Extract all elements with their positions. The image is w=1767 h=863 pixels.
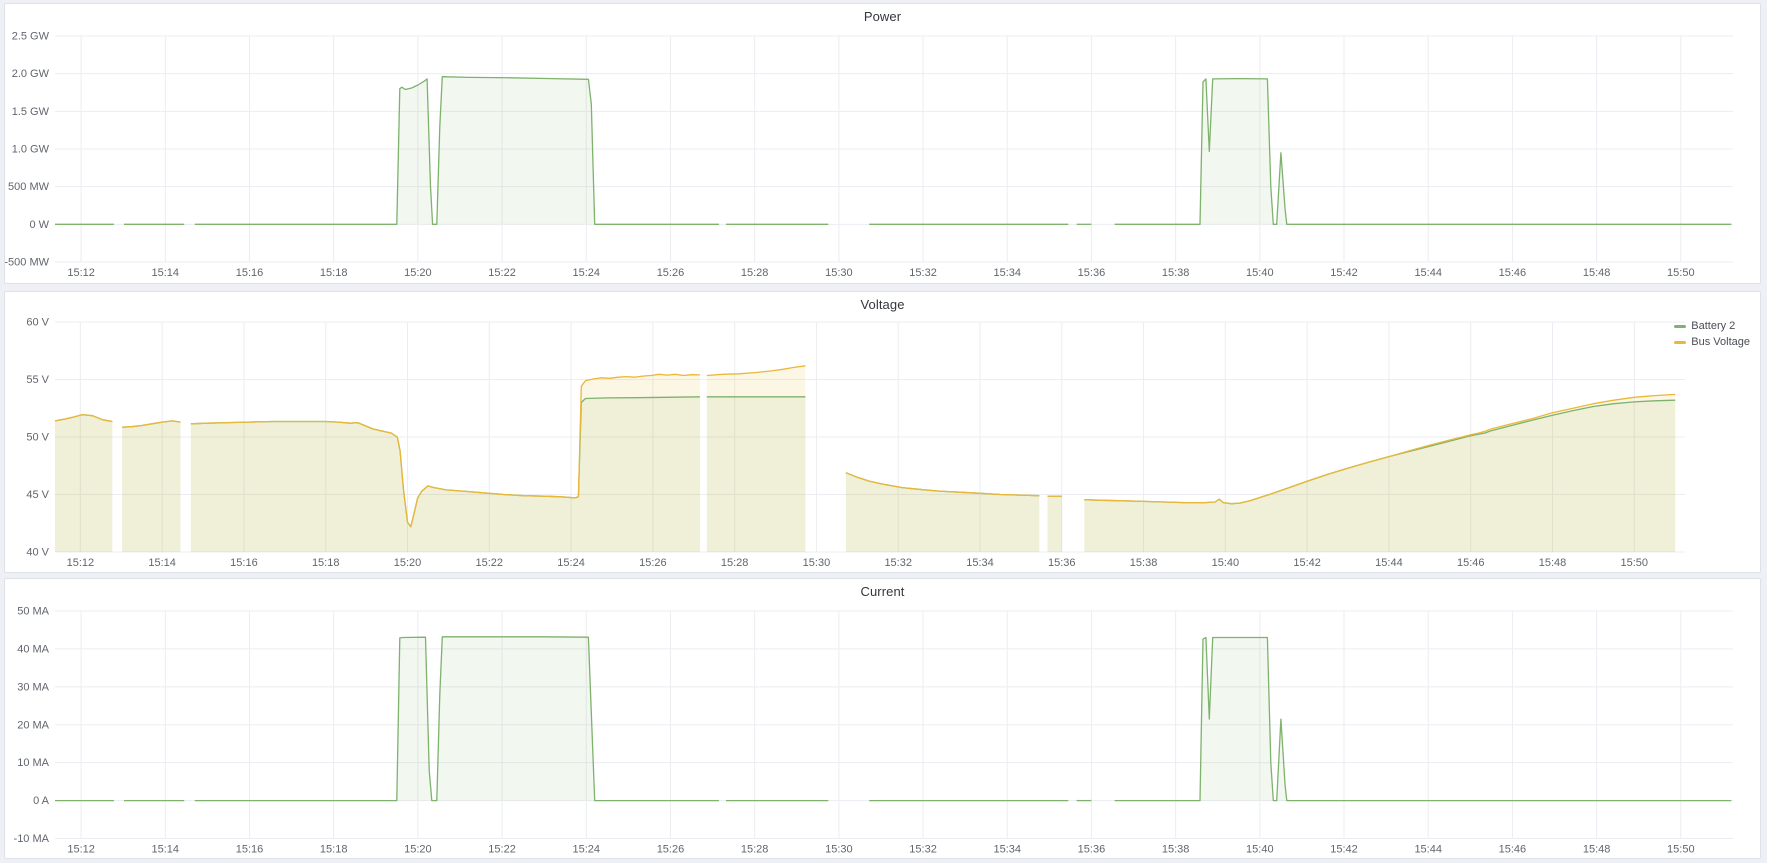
x-tick-label: 15:44 bbox=[1375, 557, 1403, 569]
legend-label: Battery 2 bbox=[1691, 320, 1735, 333]
x-tick-label: 15:14 bbox=[152, 844, 180, 856]
x-tick-label: 15:20 bbox=[404, 844, 432, 856]
x-tick-label: 15:20 bbox=[404, 267, 432, 279]
x-tick-label: 15:48 bbox=[1583, 844, 1611, 856]
x-tick-label: 15:22 bbox=[488, 267, 516, 279]
x-tick-label: 15:42 bbox=[1330, 844, 1358, 856]
y-tick-label: 50 MA bbox=[17, 606, 49, 618]
x-tick-label: 15:50 bbox=[1667, 844, 1695, 856]
x-tick-label: 15:34 bbox=[993, 844, 1021, 856]
legend-label: Bus Voltage bbox=[1691, 336, 1750, 349]
x-tick-label: 15:28 bbox=[741, 844, 769, 856]
x-tick-label: 15:50 bbox=[1667, 267, 1695, 279]
x-tick-label: 15:46 bbox=[1499, 844, 1527, 856]
y-tick-label: 0 A bbox=[33, 795, 50, 807]
x-tick-label: 15:20 bbox=[394, 557, 422, 569]
x-tick-label: 15:18 bbox=[320, 844, 348, 856]
x-tick-label: 15:16 bbox=[236, 844, 264, 856]
legend-swatch bbox=[1674, 325, 1686, 328]
x-tick-label: 15:26 bbox=[639, 557, 667, 569]
x-tick-label: 15:12 bbox=[67, 557, 95, 569]
x-tick-label: 15:30 bbox=[825, 844, 853, 856]
y-tick-label: 10 MA bbox=[17, 757, 49, 769]
x-tick-label: 15:46 bbox=[1499, 267, 1527, 279]
y-tick-label: -10 MA bbox=[14, 833, 50, 845]
x-tick-label: 15:34 bbox=[993, 267, 1021, 279]
y-tick-label: 1.0 GW bbox=[12, 144, 50, 156]
x-tick-label: 15:28 bbox=[741, 267, 769, 279]
voltage-plot[interactable]: 60 V 55 V 50 V 45 V 40 V 15:12 15:14 15:16 15:18… bbox=[5, 292, 1760, 572]
y-tick-label: 40 V bbox=[26, 547, 49, 559]
y-tick-label: 500 MW bbox=[8, 181, 50, 193]
x-tick-label: 15:22 bbox=[488, 844, 516, 856]
legend-item-bus-voltage[interactable]: Bus Voltage bbox=[1674, 336, 1750, 349]
x-tick-label: 15:22 bbox=[476, 557, 504, 569]
x-tick-label: 15:38 bbox=[1162, 267, 1190, 279]
x-tick-label: 15:44 bbox=[1414, 844, 1442, 856]
legend-item-battery-2[interactable]: Battery 2 bbox=[1674, 320, 1750, 333]
y-tick-label: 2.0 GW bbox=[12, 68, 50, 80]
panel-power: Power 2.5 GW2.0 GW1.5 GW1.0 GW500 MW0 W-… bbox=[4, 3, 1761, 284]
x-tick-label: 15:38 bbox=[1130, 557, 1158, 569]
y-tick-label: 55 V bbox=[26, 374, 49, 386]
x-tick-label: 15:32 bbox=[909, 844, 937, 856]
x-tick-label: 15:34 bbox=[966, 557, 994, 569]
x-tick-label: 15:14 bbox=[148, 557, 176, 569]
x-tick-label: 15:42 bbox=[1293, 557, 1321, 569]
x-tick-label: 15:42 bbox=[1330, 267, 1358, 279]
x-tick-label: 15:14 bbox=[152, 267, 180, 279]
axis-labels: 2.5 GW 2.0 GW 1.5 GW 1.0 GW 500 MW 0 W -500 MW… bbox=[5, 31, 1695, 280]
x-tick-label: 15:38 bbox=[1162, 844, 1190, 856]
x-tick-label: 15:48 bbox=[1583, 267, 1611, 279]
x-tick-label: 15:16 bbox=[236, 267, 264, 279]
x-tick-label: 15:40 bbox=[1246, 844, 1274, 856]
x-tick-label: 15:36 bbox=[1078, 844, 1106, 856]
x-tick-label: 15:26 bbox=[657, 844, 685, 856]
power-plot[interactable]: 2.5 GW 2.0 GW 1.5 GW 1.0 GW 500 MW 0 W -500 MW… bbox=[5, 4, 1760, 283]
panel-voltage: Voltage 60 V55 V50 V45 V40 V15:1215:1415… bbox=[4, 291, 1761, 573]
x-tick-label: 15:16 bbox=[230, 557, 258, 569]
x-tick-label: 15:32 bbox=[909, 267, 937, 279]
x-tick-label: 15:32 bbox=[884, 557, 912, 569]
x-tick-label: 15:12 bbox=[67, 844, 95, 856]
x-tick-label: 15:30 bbox=[825, 267, 853, 279]
y-tick-label: 1.5 GW bbox=[12, 106, 50, 118]
x-tick-label: 15:18 bbox=[320, 267, 348, 279]
y-tick-label: 20 MA bbox=[17, 719, 49, 731]
x-tick-label: 15:50 bbox=[1621, 557, 1649, 569]
y-tick-label: 45 V bbox=[26, 489, 49, 501]
x-tick-label: 15:18 bbox=[312, 557, 340, 569]
y-tick-label: 40 MA bbox=[17, 643, 49, 655]
x-tick-label: 15:26 bbox=[657, 267, 685, 279]
x-tick-label: 15:40 bbox=[1212, 557, 1240, 569]
x-tick-label: 15:36 bbox=[1048, 557, 1076, 569]
y-tick-label: 30 MA bbox=[17, 681, 49, 693]
x-tick-label: 15:24 bbox=[557, 557, 585, 569]
x-tick-label: 15:28 bbox=[721, 557, 749, 569]
current-plot[interactable]: 50 MA 40 MA 30 MA 20 MA 10 MA 0 A -10 MA 15:12 1… bbox=[5, 579, 1760, 858]
voltage-legend: Battery 2 Bus Voltage bbox=[1674, 320, 1750, 349]
x-tick-label: 15:12 bbox=[67, 267, 95, 279]
x-tick-label: 15:44 bbox=[1414, 267, 1442, 279]
x-tick-label: 15:30 bbox=[803, 557, 831, 569]
axis-labels: 50 MA 40 MA 30 MA 20 MA 10 MA 0 A -10 MA 15:12 1… bbox=[14, 606, 1695, 856]
dashboard: { "page": { "background": "#eef0f5", "pa… bbox=[0, 0, 1767, 863]
y-tick-label: -500 MW bbox=[5, 257, 50, 269]
panel-current: Current 50 MA40 MA30 MA20 MA10 MA0 A-10 … bbox=[4, 578, 1761, 859]
y-tick-label: 50 V bbox=[26, 432, 49, 444]
x-tick-label: 15:24 bbox=[573, 844, 601, 856]
y-tick-label: 2.5 GW bbox=[12, 31, 50, 43]
x-tick-label: 15:24 bbox=[573, 267, 601, 279]
legend-swatch bbox=[1674, 341, 1686, 344]
x-tick-label: 15:46 bbox=[1457, 557, 1485, 569]
x-tick-label: 15:48 bbox=[1539, 557, 1567, 569]
x-tick-label: 15:40 bbox=[1246, 267, 1274, 279]
x-tick-label: 15:36 bbox=[1078, 267, 1106, 279]
y-tick-label: 60 V bbox=[26, 317, 49, 329]
y-tick-label: 0 W bbox=[29, 219, 49, 231]
